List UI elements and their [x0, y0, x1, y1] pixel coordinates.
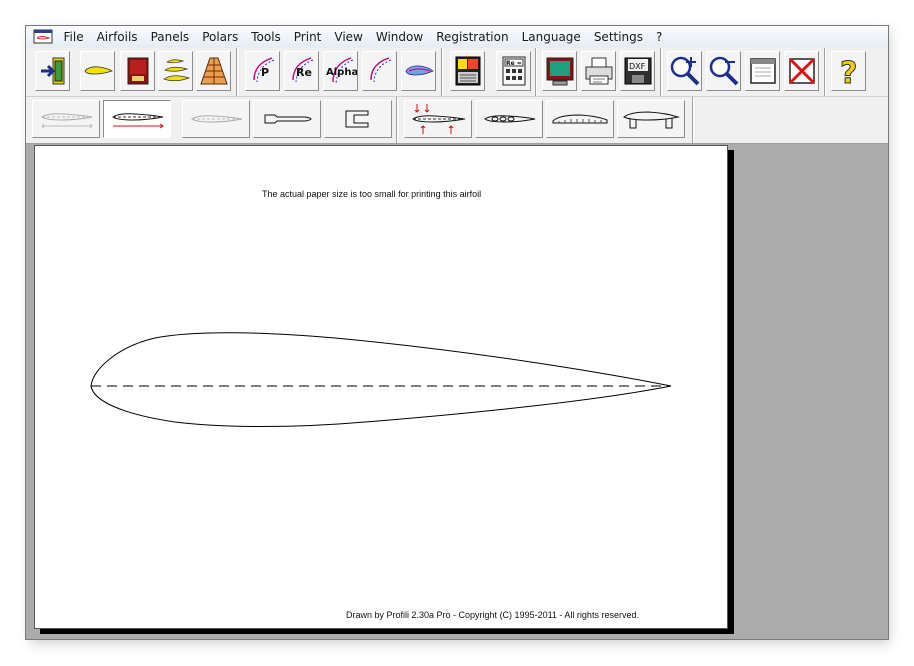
polar-curve-button[interactable]	[362, 51, 397, 91]
zoom-in-icon	[670, 56, 699, 86]
close-red-x-icon	[788, 57, 815, 85]
menu-file[interactable]: File	[57, 27, 90, 47]
print-airfoil-chord-icon	[112, 113, 164, 129]
app-icon[interactable]	[33, 29, 53, 45]
print-holes-icon	[484, 115, 536, 123]
airfoil-button[interactable]	[80, 51, 115, 91]
monitor-button[interactable]	[542, 51, 577, 91]
menu-tools[interactable]: Tools	[245, 27, 288, 47]
zoom-in-button[interactable]	[667, 51, 702, 91]
polar-alpha-icon: Alpha	[326, 57, 357, 85]
airfoil-icon	[84, 66, 113, 75]
print-holes-button[interactable]	[475, 100, 543, 138]
print-notch-button[interactable]	[324, 100, 392, 138]
menu-window[interactable]: Window	[369, 27, 429, 47]
help-button[interactable]: ?	[831, 51, 866, 91]
window-icon	[749, 58, 776, 84]
svg-text:Re =: Re =	[506, 60, 522, 67]
airfoil-stack-button[interactable]	[158, 51, 193, 91]
dxf-save-icon: DXF	[624, 57, 651, 85]
print-airfoil-light-icon	[191, 115, 243, 123]
main-toolbar: P Re Alpha Re = DXF ?	[26, 48, 888, 97]
print-airfoil-grey-icon	[41, 113, 93, 129]
app-window: File Airfoils Panels Polars Tools Print …	[25, 25, 889, 640]
exit-icon	[40, 57, 64, 85]
paper-footer-copyright: Drawn by Profili 2.30a Pro - Copyright (…	[346, 610, 639, 620]
dxf-save-button[interactable]: DXF	[620, 51, 655, 91]
print-airfoil-chord-button[interactable]	[103, 100, 171, 138]
wing-panel-icon	[199, 57, 228, 85]
print-ribs-icon	[552, 114, 608, 124]
polar-re-icon: Re	[291, 57, 313, 83]
airfoil-drawing	[90, 332, 672, 427]
polar-re-button[interactable]: Re	[284, 51, 319, 91]
menu-airfoils[interactable]: Airfoils	[90, 27, 144, 47]
zoom-out-button[interactable]	[706, 51, 741, 91]
airfoil-stack-icon	[162, 59, 190, 82]
print-ribs-button[interactable]	[546, 100, 614, 138]
calculator-chart-button[interactable]	[450, 51, 485, 91]
menu-settings[interactable]: Settings	[587, 27, 649, 47]
print-template-icon	[264, 114, 312, 124]
print-button[interactable]	[581, 51, 616, 91]
print-notch-icon	[345, 110, 369, 128]
airfoil-pressure-button[interactable]	[401, 51, 436, 91]
svg-text:Re: Re	[296, 66, 312, 79]
polar-alpha-button[interactable]: Alpha	[323, 51, 358, 91]
print-template-button[interactable]	[253, 100, 321, 138]
database-book-icon	[127, 57, 148, 85]
printer-icon	[585, 57, 612, 85]
menu-registration[interactable]: Registration	[430, 27, 515, 47]
wing-panel-button[interactable]	[196, 51, 231, 91]
menu-print[interactable]: Print	[287, 27, 328, 47]
svg-text:Alpha: Alpha	[326, 67, 357, 78]
help-question-icon: ?	[839, 56, 857, 88]
airfoil-pressure-icon	[405, 65, 434, 76]
paper-sheet: The actual paper size is too small for p…	[34, 145, 728, 629]
print-spars-icon	[412, 104, 466, 134]
svg-text:?: ?	[840, 56, 857, 87]
menu-view[interactable]: View	[328, 27, 369, 47]
monitor-icon	[546, 57, 573, 86]
print-toolbar	[26, 97, 888, 144]
re-calculator-button[interactable]: Re =	[496, 51, 531, 91]
polar-p-icon: P	[252, 57, 274, 83]
menu-help[interactable]: ?	[650, 27, 669, 47]
menu-bar: File Airfoils Panels Polars Tools Print …	[26, 26, 888, 49]
print-preview-area: The actual paper size is too small for p…	[26, 144, 888, 639]
print-jig-icon	[623, 111, 680, 129]
exit-button[interactable]	[35, 51, 70, 91]
window-button[interactable]	[745, 51, 780, 91]
menu-language[interactable]: Language	[515, 27, 587, 47]
svg-text:DXF: DXF	[629, 62, 646, 71]
print-airfoil-grey-button[interactable]	[32, 100, 100, 138]
close-button[interactable]	[784, 51, 819, 91]
menu-panels[interactable]: Panels	[144, 27, 196, 47]
database-button[interactable]	[120, 51, 155, 91]
print-jig-button[interactable]	[617, 100, 685, 138]
polar-curve-icon	[369, 57, 391, 83]
menu-polars[interactable]: Polars	[196, 27, 245, 47]
print-spars-button[interactable]	[404, 100, 472, 138]
re-calculator-icon: Re =	[502, 56, 525, 86]
print-airfoil-light-button[interactable]	[182, 100, 250, 138]
polar-p-button[interactable]: P	[245, 51, 280, 91]
svg-text:P: P	[261, 66, 269, 79]
zoom-out-icon	[709, 56, 738, 86]
airfoil-outline	[90, 332, 672, 427]
calculator-chart-icon	[455, 56, 480, 86]
